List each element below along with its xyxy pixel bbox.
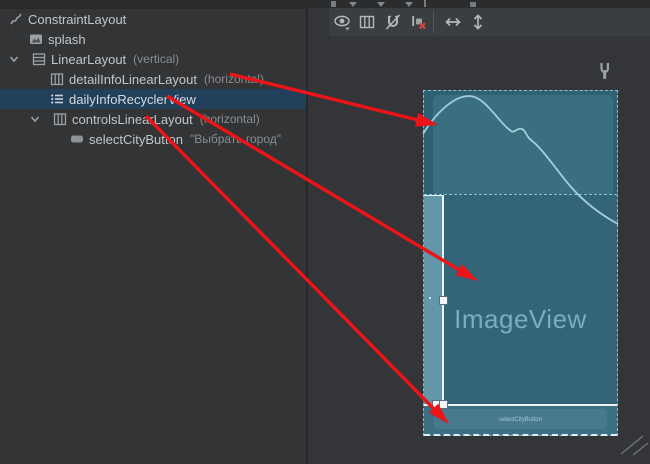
tree-item-linearlayout[interactable]: LinearLayout (vertical): [0, 49, 306, 69]
layout-editor-window: ConstraintLayout splash LinearLayout (ve…: [0, 0, 650, 464]
button-icon: [69, 131, 85, 147]
expand-chevron-icon[interactable]: [8, 53, 31, 65]
tree-item-hint: (horizontal): [200, 112, 260, 126]
tree-item-label: selectCityButton: [89, 132, 183, 147]
clipped-dropdown-caret: [377, 2, 385, 7]
linearlayout-horizontal-icon: [52, 111, 68, 127]
blueprint-surface-icon[interactable]: [357, 12, 377, 32]
imageview-region[interactable]: [424, 195, 617, 406]
tree-item-label: splash: [48, 32, 86, 47]
clipped-separator-fragment: [424, 0, 426, 7]
device-preview[interactable]: ImageView selectCityButton: [423, 90, 618, 436]
controls-section[interactable]: selectCityButton: [424, 406, 617, 435]
tree-item-dailyinforecyclerview[interactable]: dailyInfoRecyclerView: [0, 89, 306, 109]
component-tree-panel: ConstraintLayout splash LinearLayout (ve…: [0, 9, 306, 464]
tree-item-hint: (vertical): [133, 52, 179, 66]
selectcity-button-preview[interactable]: selectCityButton: [434, 409, 607, 429]
tree-item-hint: (horizontal): [204, 72, 264, 86]
selection-dot: [429, 297, 431, 299]
tree-item-selectcitybutton[interactable]: selectCityButton "Выбрать город": [0, 129, 306, 149]
tree-item-label: detailInfoLinearLayout: [69, 72, 197, 87]
tree-item-detailinfolinearlayout[interactable]: detailInfoLinearLayout (horizontal): [0, 69, 306, 89]
tree-item-label: dailyInfoRecyclerView: [69, 92, 196, 107]
linearlayout-vertical-icon: [31, 51, 47, 67]
imageview-icon: [28, 31, 44, 47]
tree-item-controlslinearlayout[interactable]: controlsLinearLayout (horizontal): [0, 109, 306, 129]
tree-item-splash[interactable]: splash: [0, 29, 306, 49]
recyclerview-icon: [49, 91, 65, 107]
clipped-icon-fragment: [470, 2, 476, 7]
selection-handle-bottom-right[interactable]: [439, 400, 448, 409]
tree-item-label: LinearLayout: [51, 52, 126, 67]
tree-item-text-attr: "Выбрать город": [190, 132, 281, 146]
detailinfo-section[interactable]: [433, 95, 613, 194]
design-surface: ImageView selectCityButton: [308, 8, 650, 464]
tree-item-constraintlayout[interactable]: ConstraintLayout: [0, 9, 306, 29]
expand-chevron-icon[interactable]: [29, 113, 52, 125]
clipped-dropdown-caret: [405, 2, 413, 7]
linearlayout-horizontal-icon: [49, 71, 65, 87]
autoconnect-disabled-icon[interactable]: [383, 12, 403, 32]
clear-all-constraints-icon[interactable]: [409, 12, 429, 32]
clipped-dropdown-caret: [349, 2, 357, 7]
orient-horizontal-icon[interactable]: [443, 12, 463, 32]
orient-vertical-icon[interactable]: [468, 12, 488, 32]
constraintlayout-icon: [8, 11, 24, 27]
view-options-icon[interactable]: [333, 12, 353, 32]
imageview-label: ImageView: [424, 304, 617, 335]
clipped-icon-fragment: [331, 1, 336, 7]
tree-item-label: controlsLinearLayout: [72, 112, 193, 127]
selection-marching-ants: [424, 434, 617, 436]
toolbar-separator: [433, 11, 434, 33]
design-toolbar: [329, 8, 650, 36]
tree-item-label: ConstraintLayout: [28, 12, 126, 27]
selection-handle-right-mid[interactable]: [439, 296, 448, 305]
selectcity-button-label: selectCityButton: [499, 416, 542, 423]
